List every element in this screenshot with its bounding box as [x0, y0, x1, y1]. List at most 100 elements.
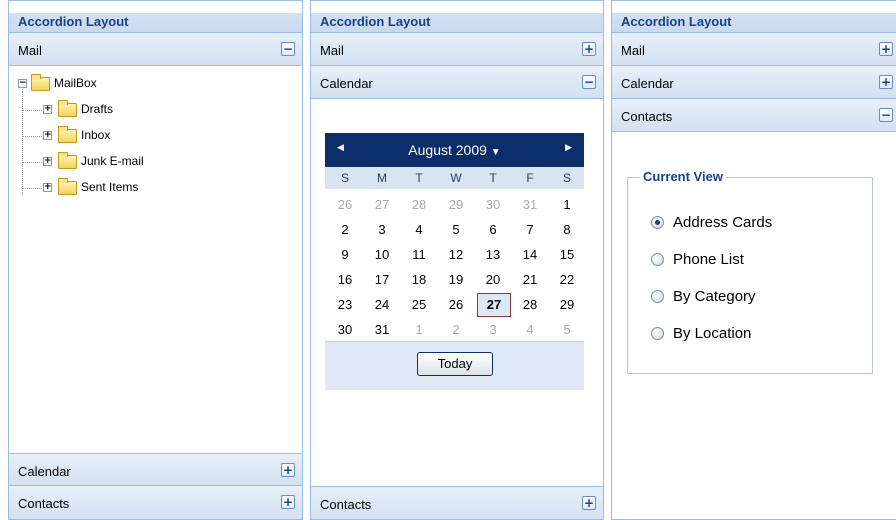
radio-button[interactable] [651, 327, 664, 340]
day-cell-other-month[interactable]: 30 [475, 197, 511, 212]
tree-node-label: MailBox [54, 76, 97, 90]
day-cell-other-month[interactable]: 27 [364, 197, 400, 212]
day-cell-other-month[interactable]: 2 [438, 322, 474, 337]
folder-icon [58, 152, 77, 169]
accordion-header-calendar[interactable]: Calendar − [311, 66, 603, 99]
day-cell[interactable]: 9 [327, 247, 363, 262]
accordion-header-contacts[interactable]: Contacts + [9, 486, 302, 519]
folder-icon [58, 178, 77, 195]
day-cell[interactable]: 19 [438, 272, 474, 287]
day-cell[interactable]: 11 [401, 247, 437, 262]
day-cell[interactable]: 28 [512, 297, 548, 312]
day-cell[interactable]: 30 [327, 322, 363, 337]
day-cell-other-month[interactable]: 3 [475, 322, 511, 337]
radio-button[interactable] [651, 253, 664, 266]
collapse-icon[interactable]: − [281, 42, 295, 56]
day-of-week-label: W [450, 171, 462, 185]
day-cell[interactable]: 23 [327, 297, 363, 312]
collapse-icon[interactable]: − [582, 75, 596, 89]
view-option-by-category[interactable]: By Category [651, 288, 891, 306]
day-of-week-header: SMTWTFS [325, 167, 584, 189]
day-cell[interactable]: 25 [401, 297, 437, 312]
calendar-footer: Today [325, 341, 584, 390]
day-cell[interactable]: 1 [549, 197, 585, 212]
expand-node-icon[interactable]: + [43, 157, 52, 166]
expand-icon[interactable]: + [879, 42, 893, 56]
accordion-header-calendar[interactable]: Calendar + [612, 66, 896, 99]
expand-icon[interactable]: + [281, 463, 295, 477]
day-cell-other-month[interactable]: 26 [327, 197, 363, 212]
collapse-node-icon[interactable]: − [18, 79, 27, 88]
day-cell[interactable]: 17 [364, 272, 400, 287]
accordion-header-label: Mail [621, 43, 645, 58]
radio-label: By Location [673, 325, 752, 342]
day-cell-other-month[interactable]: 1 [401, 322, 437, 337]
day-cell[interactable]: 12 [438, 247, 474, 262]
accordion-header-calendar[interactable]: Calendar + [9, 453, 302, 486]
day-cell[interactable]: 21 [512, 272, 548, 287]
month-selector[interactable]: August 2009 ▼ [325, 142, 584, 158]
day-cell[interactable]: 15 [549, 247, 585, 262]
accordion-header-contacts[interactable]: Contacts − [612, 99, 896, 132]
day-cell[interactable]: 31 [364, 322, 400, 337]
expand-icon[interactable]: + [879, 75, 893, 89]
expand-node-icon[interactable]: + [43, 183, 52, 192]
tree-node-drafts[interactable]: + Drafts [18, 100, 302, 126]
day-cell[interactable]: 20 [475, 272, 511, 287]
tree-node-mailbox[interactable]: − MailBox [18, 74, 302, 100]
day-cell[interactable]: 3 [364, 222, 400, 237]
day-cell-other-month[interactable]: 4 [512, 322, 548, 337]
day-cell-other-month[interactable]: 29 [438, 197, 474, 212]
tree-node-inbox[interactable]: + Inbox [18, 126, 302, 152]
view-option-by-location[interactable]: By Location [651, 325, 891, 343]
calendar-header: ◀ August 2009 ▼ ▶ [325, 133, 584, 167]
day-cell[interactable]: 22 [549, 272, 585, 287]
accordion-header-label: Contacts [18, 496, 70, 511]
next-month-icon[interactable]: ▶ [565, 142, 572, 153]
current-view-fieldset: Current View Address Cards Phone List By C… [627, 169, 873, 374]
expand-icon[interactable]: + [582, 496, 596, 510]
day-cell[interactable]: 5 [438, 222, 474, 237]
day-cell[interactable]: 10 [364, 247, 400, 262]
collapse-icon[interactable]: − [879, 108, 893, 122]
day-cell[interactable]: 8 [549, 222, 585, 237]
accordion-header-mail[interactable]: Mail + [311, 33, 603, 66]
day-cell[interactable]: 18 [401, 272, 437, 287]
tree-node-sent-items[interactable]: + Sent Items [18, 178, 302, 204]
expand-node-icon[interactable]: + [43, 105, 52, 114]
today-button[interactable]: Today [417, 352, 493, 376]
accordion-header-label: Calendar [18, 464, 71, 479]
tree-node-junk-email[interactable]: + Junk E-mail [18, 152, 302, 178]
day-cell[interactable]: 14 [512, 247, 548, 262]
radio-button[interactable] [651, 216, 664, 229]
accordion-header-mail[interactable]: Mail + [612, 33, 896, 66]
radio-button[interactable] [651, 290, 664, 303]
day-cell-other-month[interactable]: 5 [549, 322, 585, 337]
accordion-header-label: Calendar [621, 76, 674, 91]
fieldset-legend: Current View [640, 169, 726, 184]
day-cell[interactable]: 26 [438, 297, 474, 312]
folder-icon [58, 100, 77, 117]
panel-title: Accordion Layout [311, 1, 603, 33]
day-cell-selected[interactable]: 27 [477, 293, 511, 317]
radio-label: By Category [673, 288, 756, 305]
day-grid: 26 27 28 29 30 31 1 2 3 4 5 6 7 8 9 10 11 12 13 14 15 16 17 18 1… [325, 189, 584, 341]
day-cell[interactable]: 24 [364, 297, 400, 312]
day-cell[interactable]: 6 [475, 222, 511, 237]
expand-icon[interactable]: + [582, 42, 596, 56]
expand-icon[interactable]: + [281, 495, 295, 509]
view-option-phone-list[interactable]: Phone List [651, 251, 891, 269]
expand-node-icon[interactable]: + [43, 131, 52, 140]
accordion-header-mail[interactable]: Mail − [9, 33, 302, 66]
day-cell[interactable]: 13 [475, 247, 511, 262]
day-cell-other-month[interactable]: 28 [401, 197, 437, 212]
accordion-header-contacts[interactable]: Contacts + [311, 486, 603, 519]
day-cell-other-month[interactable]: 31 [512, 197, 548, 212]
accordion-panel-calendar-expanded: Accordion Layout Mail + Calendar − ◀ Aug… [310, 0, 604, 520]
day-cell[interactable]: 29 [549, 297, 585, 312]
day-cell[interactable]: 2 [327, 222, 363, 237]
day-cell[interactable]: 16 [327, 272, 363, 287]
day-cell[interactable]: 4 [401, 222, 437, 237]
day-cell[interactable]: 7 [512, 222, 548, 237]
view-option-address-cards[interactable]: Address Cards [651, 214, 891, 232]
